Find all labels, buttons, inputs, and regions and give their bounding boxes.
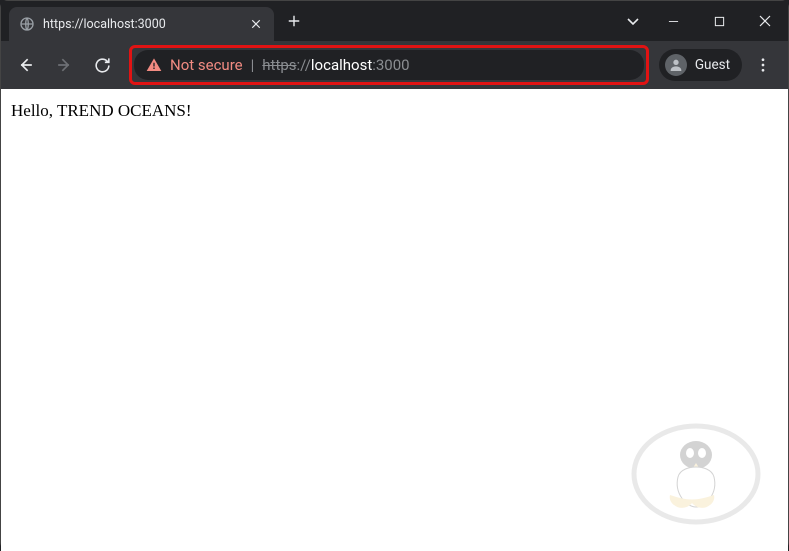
reload-button[interactable] — [85, 48, 119, 82]
close-tab-icon[interactable] — [248, 16, 264, 32]
watermark-icon — [626, 419, 766, 529]
minimize-button[interactable] — [650, 1, 696, 41]
url-display: https://localhost:3000 — [262, 56, 409, 74]
forward-button[interactable] — [47, 48, 81, 82]
security-status-label: Not secure — [170, 56, 243, 74]
new-tab-button[interactable] — [280, 7, 308, 35]
titlebar: https://localhost:3000 — [1, 1, 788, 41]
window-controls — [616, 1, 788, 41]
tab-title: https://localhost:3000 — [43, 17, 240, 32]
toolbar: Not secure | https://localhost:3000 Gues… — [1, 41, 788, 89]
url-scheme: https — [262, 56, 296, 74]
browser-tab[interactable]: https://localhost:3000 — [9, 7, 274, 41]
profile-label: Guest — [695, 57, 730, 73]
address-bar-highlight: Not secure | https://localhost:3000 — [129, 45, 649, 85]
url-host: localhost — [311, 56, 372, 74]
back-button[interactable] — [9, 48, 43, 82]
address-bar[interactable]: Not secure | https://localhost:3000 — [134, 50, 644, 80]
page-body-text: Hello, TREND OCEANS! — [11, 101, 192, 120]
menu-button[interactable] — [746, 48, 780, 82]
close-window-button[interactable] — [742, 1, 788, 41]
tab-search-icon[interactable] — [616, 13, 650, 29]
page-content: Hello, TREND OCEANS! — [1, 89, 788, 551]
avatar-icon — [665, 54, 687, 76]
url-port: :3000 — [372, 56, 409, 74]
maximize-button[interactable] — [696, 1, 742, 41]
separator: | — [251, 56, 255, 74]
globe-icon — [19, 16, 35, 32]
url-separator: :// — [297, 56, 311, 74]
warning-triangle-icon — [146, 57, 162, 73]
profile-chip[interactable]: Guest — [659, 49, 742, 81]
